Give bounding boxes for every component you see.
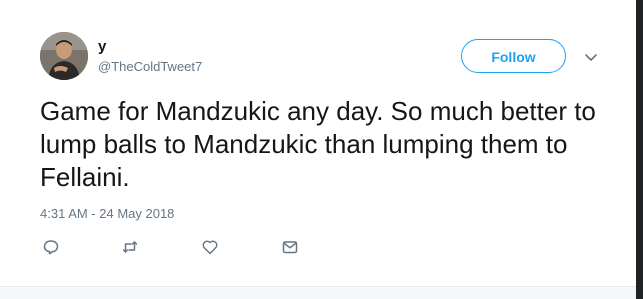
tweet-card: y @TheColdTweet7 Follow Game for Mandzuk… (0, 0, 636, 286)
reply-icon[interactable] (42, 238, 60, 256)
like-icon[interactable] (201, 238, 219, 256)
follow-button[interactable]: Follow (461, 39, 566, 73)
author-handle[interactable]: @TheColdTweet7 (98, 59, 202, 75)
retweet-icon[interactable] (121, 238, 139, 256)
chevron-down-icon[interactable] (582, 48, 600, 66)
tweet-text: Game for Mandzukic any day. So much bett… (40, 96, 596, 192)
direct-message-icon[interactable] (281, 238, 299, 256)
tweet-footer-divider (0, 286, 636, 299)
user-avatar-icon (40, 32, 88, 80)
author-name[interactable]: y (98, 38, 106, 56)
tweet-timestamp[interactable]: 4:31 AM - 24 May 2018 (40, 206, 174, 222)
window-edge (636, 0, 643, 299)
avatar[interactable] (40, 32, 88, 80)
